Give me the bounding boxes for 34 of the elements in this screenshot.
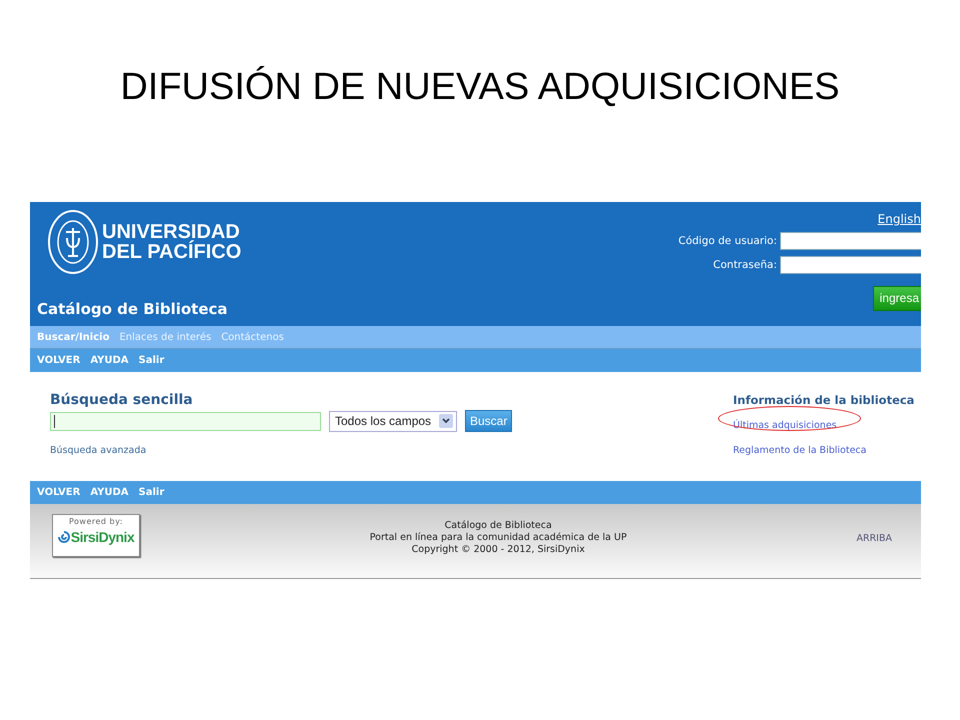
language-link[interactable]: English (878, 212, 921, 226)
field-label: Código de usuario: (678, 235, 777, 247)
university-name: UNIVERSIDAD DEL PACÍFICO (102, 222, 242, 262)
menu-link[interactable]: Enlaces de interés (119, 332, 212, 342)
nav-link[interactable]: AYUDA (90, 355, 129, 366)
menu-link[interactable]: Buscar/Inicio (37, 332, 110, 342)
search-field[interactable] (50, 412, 321, 430)
login-button[interactable]: ingresa (872, 286, 921, 311)
section-heading: Información de la biblioteca (733, 393, 913, 407)
nav-link[interactable]: Salir (138, 487, 164, 498)
back-to-top-link[interactable]: ARRIBA (856, 533, 892, 544)
search-button[interactable]: Buscar (465, 410, 512, 432)
footer-text: Catálogo de Biblioteca (444, 520, 552, 532)
catalog-title: Catálogo de Biblioteca (37, 300, 229, 318)
footer-text: Copyright © 2000 - 2012, SirsiDynix (412, 544, 585, 556)
slide-title: DIFUSIÓN DE NUEVAS ADQUISICIONES (120, 66, 840, 109)
powered-by-label: Powered by: (69, 517, 123, 526)
vendor-logo-text: SirsiDynix (70, 529, 134, 545)
swirl-icon (58, 531, 70, 543)
info-link[interactable]: Reglamento de la Biblioteca (733, 445, 866, 456)
nav-link[interactable]: AYUDA (90, 487, 129, 498)
nav-link[interactable]: VOLVER (37, 355, 80, 366)
field-label: Contraseña: (713, 259, 777, 271)
seal-icon (48, 210, 98, 274)
info-link[interactable]: Últimas adquisiciones (733, 420, 837, 431)
footer-text: Portal en línea para la comunidad académica de la UP (370, 532, 627, 544)
section-heading: Búsqueda sencilla (50, 392, 194, 408)
input-field[interactable] (780, 232, 921, 250)
nav-link[interactable]: VOLVER (37, 487, 80, 498)
nav-link[interactable]: Salir (138, 355, 164, 366)
field-dropdown[interactable]: Todos los campos (329, 410, 457, 432)
menu-link[interactable]: Contáctenos (221, 332, 284, 342)
advanced-search-link[interactable]: Búsqueda avanzada (50, 445, 512, 456)
input-field[interactable] (780, 256, 921, 274)
